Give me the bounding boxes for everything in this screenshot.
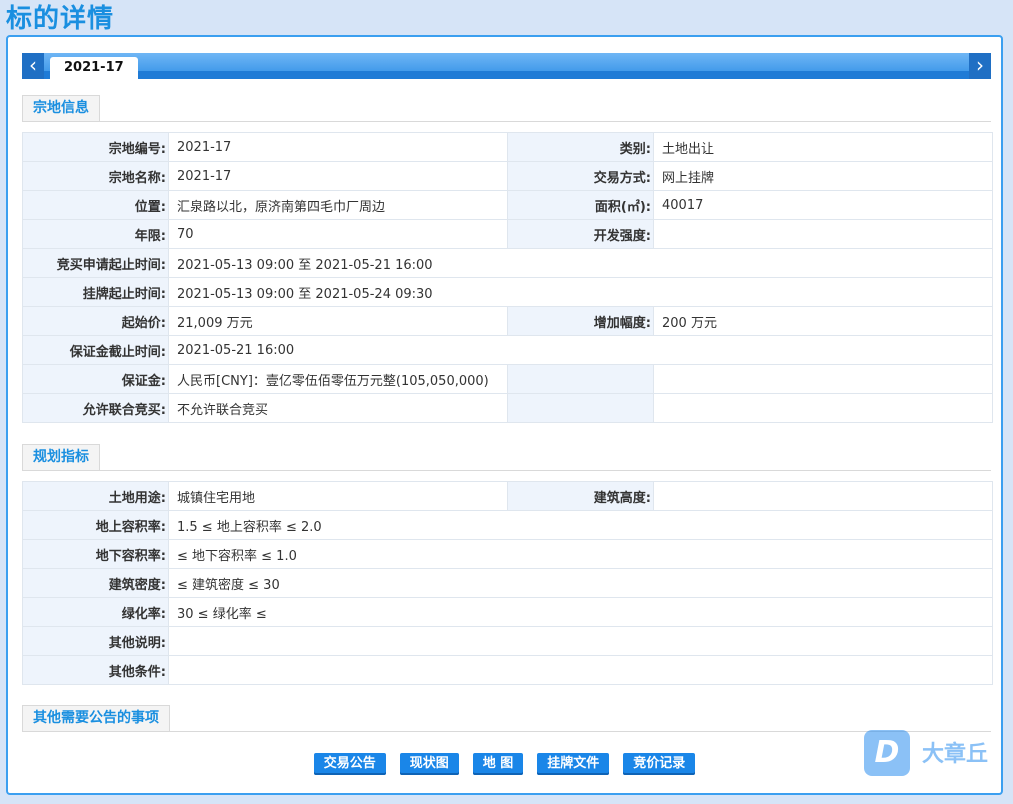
bid-apply-value: 2021-05-13 09:00 至 2021-05-21 16:00 bbox=[168, 248, 993, 278]
density-label: 建筑密度: bbox=[22, 568, 169, 598]
parcel-name-value: 2021-17 bbox=[168, 161, 508, 191]
land-use-label: 土地用途: bbox=[22, 481, 169, 511]
deposit-deadline-label: 保证金截止时间: bbox=[22, 335, 169, 365]
area-value: 40017 bbox=[653, 190, 993, 220]
deposit-label: 保证金: bbox=[22, 364, 169, 394]
deposit-deadline-value: 2021-05-21 16:00 bbox=[168, 335, 993, 365]
empty-label-cell bbox=[507, 393, 654, 423]
listing-label: 挂牌起止时间: bbox=[22, 277, 169, 307]
table-row: 挂牌起止时间: 2021-05-13 09:00 至 2021-05-24 09… bbox=[22, 277, 993, 307]
joint-bid-label: 允许联合竞买: bbox=[22, 393, 169, 423]
parcel-name-label: 宗地名称: bbox=[22, 161, 169, 191]
green-value: 30 ≤ 绿化率 ≤ bbox=[168, 597, 993, 627]
far-below-value: ≤ 地下容积率 ≤ 1.0 bbox=[168, 539, 993, 569]
tab-2021-17[interactable]: 2021-17 bbox=[50, 57, 138, 79]
table-row: 绿化率: 30 ≤ 绿化率 ≤ bbox=[22, 597, 993, 627]
other-desc-value bbox=[168, 626, 993, 656]
chevron-right-icon[interactable]: › bbox=[969, 53, 991, 79]
parcel-no-label: 宗地编号: bbox=[22, 132, 169, 162]
other-cond-label: 其他条件: bbox=[22, 655, 169, 685]
building-height-value bbox=[653, 481, 993, 511]
table-row: 起始价: 21,009 万元 增加幅度: 200 万元 bbox=[22, 306, 993, 336]
table-row: 其他说明: bbox=[22, 626, 993, 656]
table-row: 宗地名称: 2021-17 交易方式: 网上挂牌 bbox=[22, 161, 993, 191]
table-row: 地上容积率: 1.5 ≤ 地上容积率 ≤ 2.0 bbox=[22, 510, 993, 540]
density-value: ≤ 建筑密度 ≤ 30 bbox=[168, 568, 993, 598]
location-value: 汇泉路以北，原济南第四毛巾厂周边 bbox=[168, 190, 508, 220]
table-row: 保证金: 人民币[CNY]：壹亿零伍佰零伍万元整(105,050,000) bbox=[22, 364, 993, 394]
table-row: 宗地编号: 2021-17 类别: 土地出让 bbox=[22, 132, 993, 162]
map-button[interactable]: 地 图 bbox=[472, 753, 524, 775]
years-label: 年限: bbox=[22, 219, 169, 249]
trade-mode-value: 网上挂牌 bbox=[653, 161, 993, 191]
green-label: 绿化率: bbox=[22, 597, 169, 627]
table-row: 年限: 70 开发强度: bbox=[22, 219, 993, 249]
section-label-planning[interactable]: 规划指标 bbox=[22, 444, 100, 470]
watermark-text: 大章丘 bbox=[922, 742, 989, 767]
section-other: 其他需要公告的事项 bbox=[22, 705, 991, 732]
tab-bar-stripe bbox=[22, 71, 991, 79]
table-row: 建筑密度: ≤ 建筑密度 ≤ 30 bbox=[22, 568, 993, 598]
watermark-badge-icon: D bbox=[864, 730, 910, 776]
table-row: 允许联合竞买: 不允许联合竞买 bbox=[22, 393, 993, 423]
area-label: 面积(㎡): bbox=[507, 190, 654, 220]
parcel-no-value: 2021-17 bbox=[168, 132, 508, 162]
empty-label-cell bbox=[507, 364, 654, 394]
action-buttons: 交易公告 现状图 地 图 挂牌文件 竞价记录 bbox=[8, 753, 1001, 775]
far-above-value: 1.5 ≤ 地上容积率 ≤ 2.0 bbox=[168, 510, 993, 540]
joint-bid-value: 不允许联合竞买 bbox=[168, 393, 508, 423]
intensity-value bbox=[653, 219, 993, 249]
table-row: 其他条件: bbox=[22, 655, 993, 685]
bid-records-button[interactable]: 竞价记录 bbox=[623, 753, 696, 775]
category-label: 类别: bbox=[507, 132, 654, 162]
table-row: 竞买申请起止时间: 2021-05-13 09:00 至 2021-05-21 … bbox=[22, 248, 993, 278]
increment-label: 增加幅度: bbox=[507, 306, 654, 336]
status-map-button[interactable]: 现状图 bbox=[399, 753, 459, 775]
building-height-label: 建筑高度: bbox=[507, 481, 654, 511]
chevron-left-icon[interactable]: ‹ bbox=[22, 53, 44, 79]
page-title: 标的详情 bbox=[6, 4, 115, 34]
category-value: 土地出让 bbox=[653, 132, 993, 162]
listing-docs-button[interactable]: 挂牌文件 bbox=[537, 753, 610, 775]
land-info-table: 宗地编号: 2021-17 类别: 土地出让 宗地名称: 2021-17 交易方… bbox=[22, 132, 993, 423]
years-value: 70 bbox=[168, 219, 508, 249]
table-row: 地下容积率: ≤ 地下容积率 ≤ 1.0 bbox=[22, 539, 993, 569]
empty-value-cell bbox=[653, 364, 993, 394]
bid-apply-label: 竞买申请起止时间: bbox=[22, 248, 169, 278]
section-label-land-info[interactable]: 宗地信息 bbox=[22, 95, 100, 121]
planning-table: 土地用途: 城镇住宅用地 建筑高度: 地上容积率: 1.5 ≤ 地上容积率 ≤ … bbox=[22, 481, 993, 685]
other-desc-label: 其他说明: bbox=[22, 626, 169, 656]
location-label: 位置: bbox=[22, 190, 169, 220]
deposit-value: 人民币[CNY]：壹亿零伍佰零伍万元整(105,050,000) bbox=[168, 364, 508, 394]
increment-value: 200 万元 bbox=[653, 306, 993, 336]
land-use-value: 城镇住宅用地 bbox=[168, 481, 508, 511]
start-price-value: 21,009 万元 bbox=[168, 306, 508, 336]
start-price-label: 起始价: bbox=[22, 306, 169, 336]
far-below-label: 地下容积率: bbox=[22, 539, 169, 569]
section-land-info: 宗地信息 bbox=[22, 95, 991, 122]
detail-panel: ‹ 2021-17 › 宗地信息 宗地编号: 2021-17 类别: 土地出让 … bbox=[6, 35, 1003, 795]
table-row: 保证金截止时间: 2021-05-21 16:00 bbox=[22, 335, 993, 365]
tab-bar: ‹ 2021-17 › bbox=[22, 53, 991, 79]
trade-mode-label: 交易方式: bbox=[507, 161, 654, 191]
table-row: 位置: 汇泉路以北，原济南第四毛巾厂周边 面积(㎡): 40017 bbox=[22, 190, 993, 220]
listing-value: 2021-05-13 09:00 至 2021-05-24 09:30 bbox=[168, 277, 993, 307]
intensity-label: 开发强度: bbox=[507, 219, 654, 249]
section-label-other[interactable]: 其他需要公告的事项 bbox=[22, 705, 170, 731]
section-planning: 规划指标 bbox=[22, 444, 991, 471]
far-above-label: 地上容积率: bbox=[22, 510, 169, 540]
trade-notice-button[interactable]: 交易公告 bbox=[313, 753, 386, 775]
empty-value-cell bbox=[653, 393, 993, 423]
watermark-logo: D 大章丘 bbox=[864, 730, 1004, 778]
table-row: 土地用途: 城镇住宅用地 建筑高度: bbox=[22, 481, 993, 511]
other-cond-value bbox=[168, 655, 993, 685]
